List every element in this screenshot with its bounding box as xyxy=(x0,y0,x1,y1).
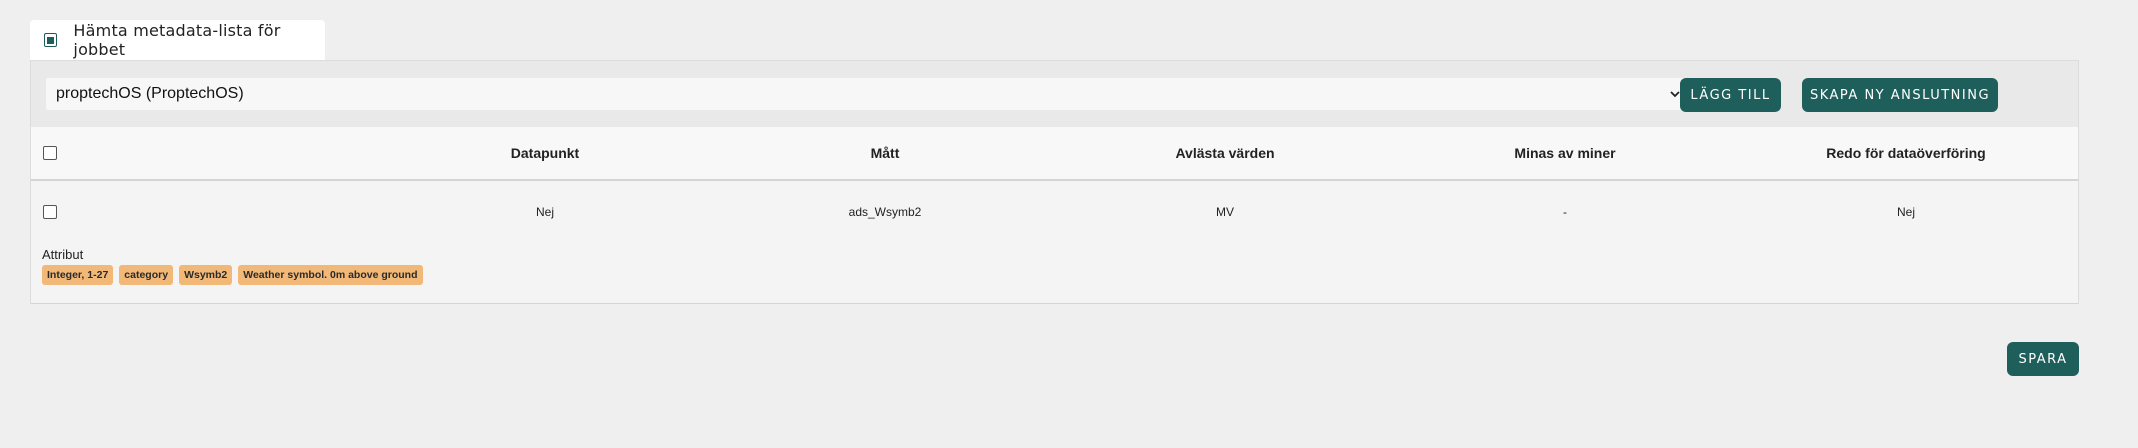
fetch-metadata-checkbox[interactable] xyxy=(44,33,58,47)
fetch-metadata-label: Hämta metadata-lista för jobbet xyxy=(73,21,281,59)
table-row: Nej ads_Wsymb2 MV - Nej Attribut Integer… xyxy=(31,181,2078,304)
cell-datapunkt: Nej xyxy=(535,205,555,219)
select-all-checkbox[interactable] xyxy=(43,146,57,160)
row-checkbox[interactable] xyxy=(43,205,57,219)
attribute-chips: Integer, 1-27 category Wsymb2 Weather sy… xyxy=(42,265,423,285)
attributes-label: Attribut xyxy=(42,247,84,262)
attribute-chip: Wsymb2 xyxy=(179,265,233,285)
metadata-table: Datapunkt Mått Avlästa värden Minas av m… xyxy=(31,127,2078,304)
cell-minas-av-miner: - xyxy=(1563,205,1567,219)
table-header: Datapunkt Mått Avlästa värden Minas av m… xyxy=(31,127,2078,181)
cell-avlasta-varden: MV xyxy=(1216,205,1234,219)
attribute-chip: category xyxy=(119,265,174,285)
save-button[interactable]: SPARA xyxy=(2007,342,2079,376)
column-header-redo-for-dataoverforing: Redo för dataöverföring xyxy=(1826,145,1986,161)
cell-redo-for-dataoverforing: Nej xyxy=(1896,205,1916,219)
connection-select[interactable]: proptechOS (ProptechOS) xyxy=(46,78,1691,110)
attribute-chip: Integer, 1-27 xyxy=(42,265,114,285)
column-header-avlasta-varden: Avlästa värden xyxy=(1175,145,1275,161)
attribute-chip: Weather symbol. 0m above ground xyxy=(238,265,423,285)
connection-select-value: proptechOS (ProptechOS) xyxy=(56,85,244,102)
add-button[interactable]: LÄGG TILL xyxy=(1680,78,1781,112)
create-connection-button[interactable]: SKAPA NY ANSLUTNING xyxy=(1802,78,1998,112)
column-header-matt: Mått xyxy=(870,145,900,161)
column-header-minas-av-miner: Minas av miner xyxy=(1514,145,1616,161)
cell-matt: ads_Wsymb2 xyxy=(848,205,922,219)
metadata-panel: proptechOS (ProptechOS) LÄGG TILL SKAPA … xyxy=(30,60,2079,304)
metadata-tab[interactable]: Hämta metadata-lista för jobbet xyxy=(30,20,325,60)
column-header-datapunkt: Datapunkt xyxy=(510,145,580,161)
